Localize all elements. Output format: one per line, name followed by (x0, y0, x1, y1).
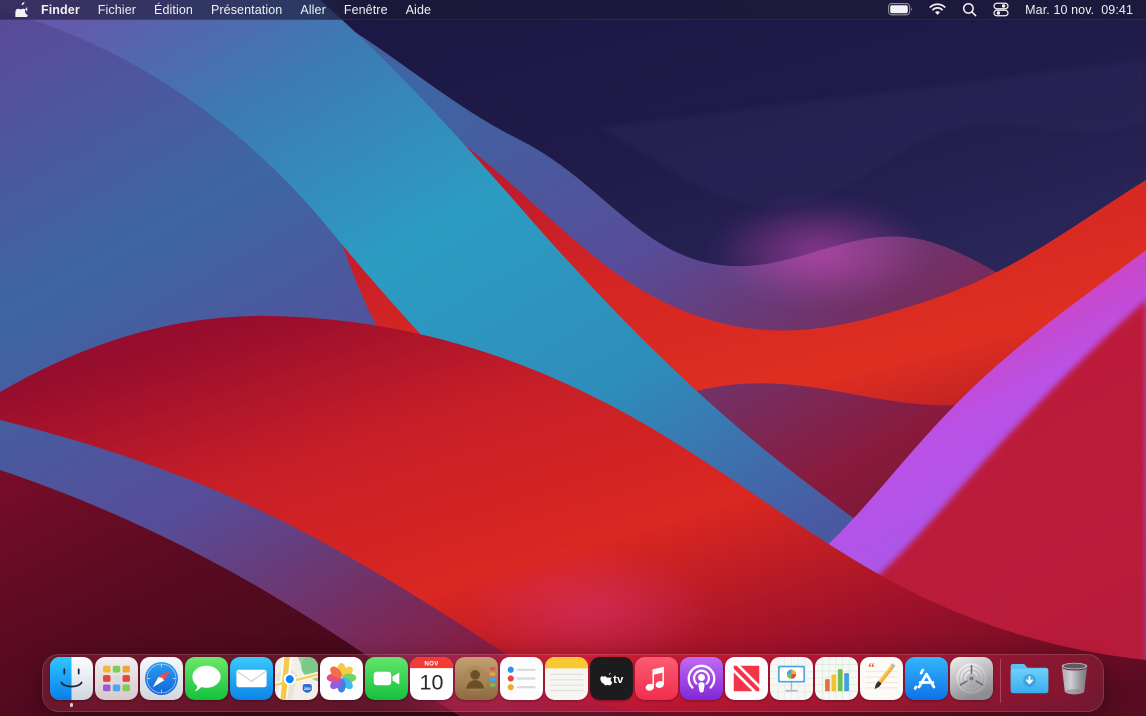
maps-icon: 280 (275, 657, 318, 700)
dock-item-appstore[interactable] (904, 655, 949, 707)
running-indicator (1073, 703, 1077, 707)
menu-bar-clock[interactable]: Mar. 10 nov. 09:41 (1019, 0, 1137, 20)
facetime-icon (365, 657, 408, 700)
dock-item-music[interactable] (634, 655, 679, 707)
dock: 280 (42, 654, 1104, 712)
dock-item-news[interactable] (724, 655, 769, 707)
running-indicator (970, 703, 974, 707)
menu-item-fenetre[interactable]: Fenêtre (335, 0, 397, 20)
safari-icon (140, 657, 183, 700)
svg-text:tv: tv (613, 674, 624, 686)
running-indicator (610, 703, 614, 707)
menu-item-fichier[interactable]: Fichier (89, 0, 145, 20)
running-indicator (250, 703, 254, 707)
dock-item-mail[interactable] (229, 655, 274, 707)
downloads-folder-icon (1008, 657, 1051, 700)
running-indicator (745, 703, 749, 707)
menu-item-aller[interactable]: Aller (291, 0, 335, 20)
svg-text:280: 280 (304, 686, 311, 691)
svg-text:“: “ (868, 660, 875, 675)
menu-item-edition[interactable]: Édition (145, 0, 202, 20)
calendar-day-label: 10 (420, 670, 444, 694)
dock-item-safari[interactable] (139, 655, 184, 707)
spotlight-search-icon[interactable] (956, 0, 983, 20)
menu-item-presentation[interactable]: Présentation (202, 0, 291, 20)
running-indicator (520, 703, 524, 707)
running-indicator (475, 703, 479, 707)
running-indicator (295, 703, 299, 707)
dock-item-launchpad[interactable] (94, 655, 139, 707)
menu-item-aide[interactable]: Aide (397, 0, 440, 20)
desktop-wallpaper[interactable] (0, 0, 1146, 716)
calendar-month-label: NOV (424, 661, 439, 668)
menu-bar: Finder Fichier Édition Présentation Alle… (0, 0, 1146, 20)
photos-icon (320, 657, 363, 700)
running-indicator (160, 703, 164, 707)
numbers-icon (815, 657, 858, 700)
menu-item-finder[interactable]: Finder (32, 0, 89, 20)
music-icon (635, 657, 678, 700)
dock-item-contacts[interactable] (454, 655, 499, 707)
battery-icon[interactable] (882, 0, 919, 20)
menu-bar-status-area: Mar. 10 nov. 09:41 (882, 0, 1146, 20)
finder-icon (50, 657, 93, 700)
dock-item-finder[interactable] (49, 655, 94, 707)
running-indicator (655, 703, 659, 707)
running-indicator (565, 703, 569, 707)
control-center-icon[interactable] (987, 0, 1015, 20)
dock-item-podcasts[interactable] (679, 655, 724, 707)
appletv-icon: tv (590, 657, 633, 700)
messages-icon (185, 657, 228, 700)
keynote-icon (770, 657, 813, 700)
news-icon (725, 657, 768, 700)
running-indicator (700, 703, 704, 707)
menu-bar-date: Mar. 10 nov. (1025, 3, 1094, 17)
wifi-icon[interactable] (923, 0, 952, 20)
dock-item-notes[interactable] (544, 655, 589, 707)
dock-item-system-preferences[interactable] (949, 655, 994, 707)
launchpad-icon (95, 657, 138, 700)
podcasts-icon (680, 657, 723, 700)
dock-item-messages[interactable] (184, 655, 229, 707)
running-indicator (880, 703, 884, 707)
system-preferences-icon (950, 657, 993, 700)
running-indicator (385, 703, 389, 707)
running-indicator (340, 703, 344, 707)
running-indicator (430, 703, 434, 707)
dock-item-trash[interactable] (1052, 655, 1097, 707)
menu-bar-left: Finder Fichier Édition Présentation Alle… (0, 0, 440, 20)
calendar-icon: NOV 10 (410, 657, 453, 700)
pages-icon: “ (860, 657, 903, 700)
running-indicator (205, 703, 209, 707)
mail-icon (230, 657, 273, 700)
running-indicator (925, 703, 929, 707)
dock-item-keynote[interactable] (769, 655, 814, 707)
dock-item-photos[interactable] (319, 655, 364, 707)
dock-item-appletv[interactable]: tv (589, 655, 634, 707)
appstore-icon (905, 657, 948, 700)
running-indicator (70, 703, 74, 707)
desktop-screen: Finder Fichier Édition Présentation Alle… (0, 0, 1146, 716)
dock-item-pages[interactable]: “ (859, 655, 904, 707)
apple-logo-icon[interactable] (10, 0, 32, 20)
dock-item-maps[interactable]: 280 (274, 655, 319, 707)
running-indicator (115, 703, 119, 707)
running-indicator (1028, 703, 1032, 707)
dock-item-numbers[interactable] (814, 655, 859, 707)
dock-item-facetime[interactable] (364, 655, 409, 707)
running-indicator (835, 703, 839, 707)
dock-separator (1000, 659, 1001, 703)
running-indicator (790, 703, 794, 707)
notes-icon (545, 657, 588, 700)
reminders-icon (500, 657, 543, 700)
dock-item-downloads-folder[interactable] (1007, 655, 1052, 707)
dock-item-reminders[interactable] (499, 655, 544, 707)
dock-item-calendar[interactable]: NOV 10 (409, 655, 454, 707)
contacts-icon (455, 657, 498, 700)
menu-bar-time: 09:41 (1101, 3, 1133, 17)
trash-icon (1053, 657, 1096, 700)
